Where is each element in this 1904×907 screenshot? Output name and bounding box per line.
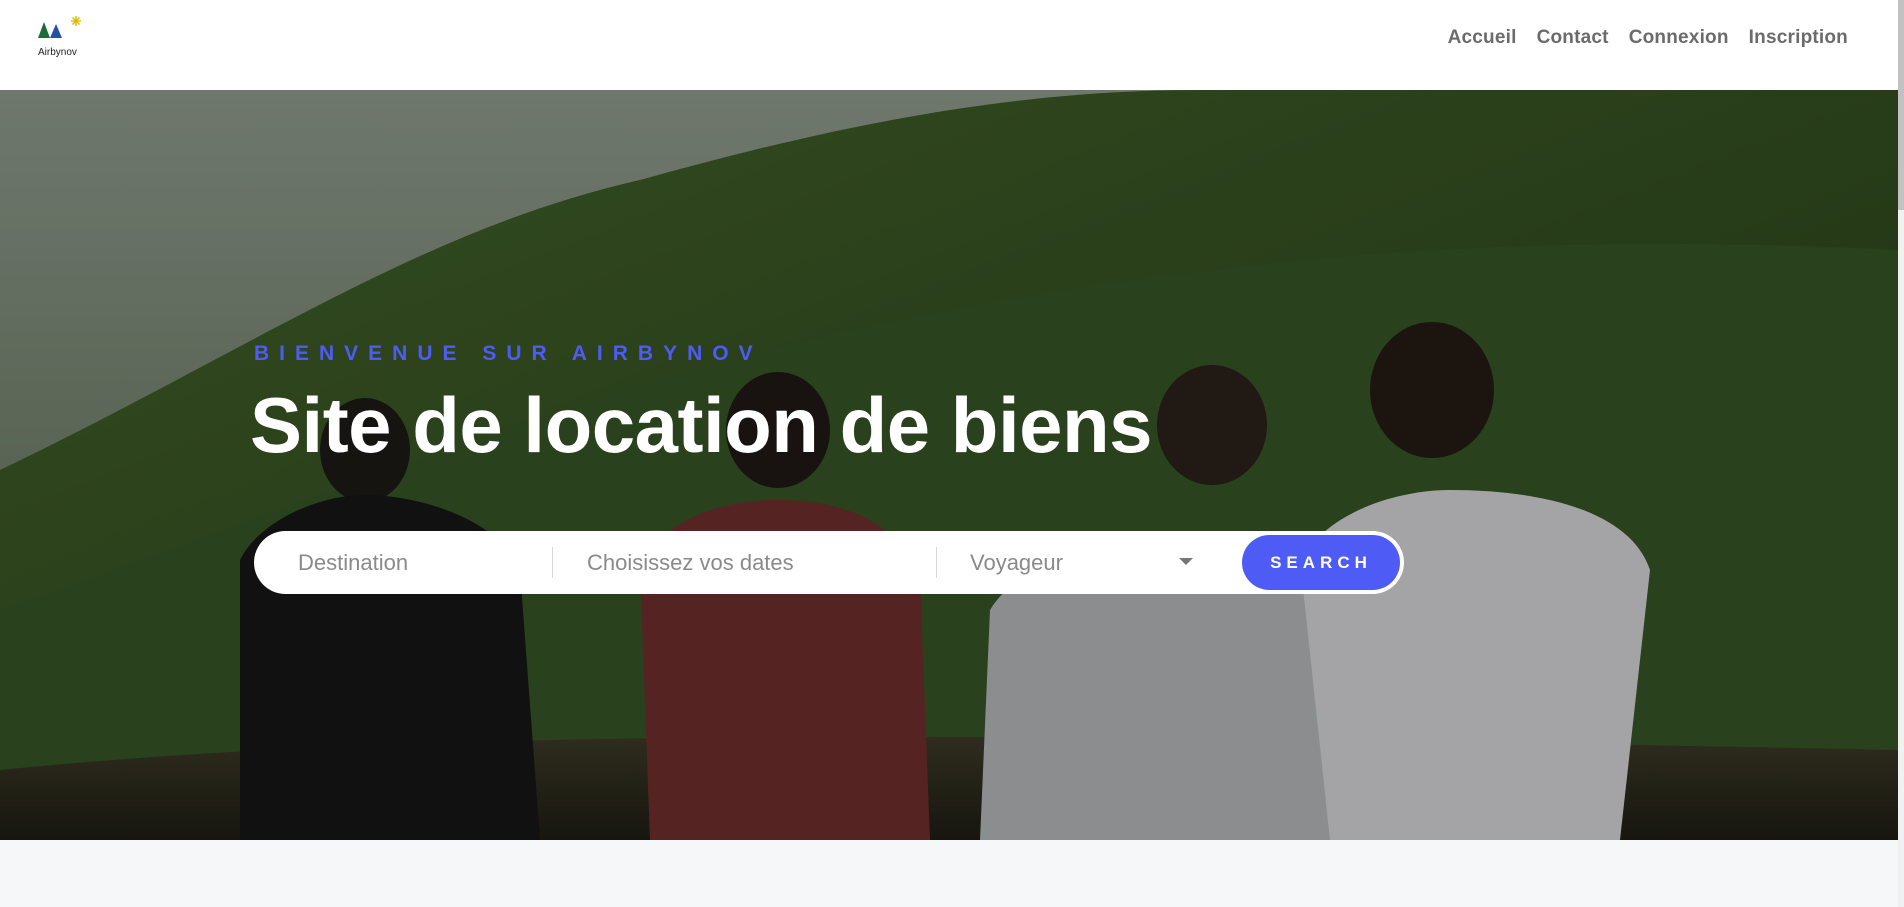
scrollbar-thumb[interactable] (1898, 0, 1904, 210)
travellers-select[interactable]: Voyageur (970, 531, 1200, 594)
search-button[interactable]: SEARCH (1242, 535, 1400, 590)
dates-input[interactable]: Choisissez vos dates (587, 531, 947, 594)
search-divider (936, 547, 937, 578)
search-bar: Destination Choisissez vos dates Voyageu… (254, 531, 1404, 594)
hero-section: BIENVENUE SUR AIRBYNOV Site de location … (0, 90, 1898, 840)
page-scrollbar[interactable] (1898, 0, 1904, 907)
site-header: Airbynov Accueil Contact Connexion Inscr… (0, 0, 1898, 90)
brand-logo[interactable]: Airbynov (36, 16, 88, 62)
nav-link-accueil[interactable]: Accueil (1448, 27, 1517, 49)
brand-name: Airbynov (38, 47, 77, 58)
main-nav: Accueil Contact Connexion Inscription (1448, 27, 1848, 49)
hero-title: Site de location de biens (250, 381, 1153, 469)
hero-eyebrow: BIENVENUE SUR AIRBYNOV (254, 342, 763, 365)
nav-link-connexion[interactable]: Connexion (1629, 27, 1729, 49)
trees-logo-icon (38, 16, 81, 38)
chevron-down-icon[interactable] (1179, 558, 1193, 565)
search-divider (552, 547, 553, 578)
destination-input[interactable]: Destination (298, 531, 548, 594)
nav-link-contact[interactable]: Contact (1537, 27, 1609, 49)
content-section (0, 840, 1898, 907)
nav-link-inscription[interactable]: Inscription (1749, 27, 1848, 49)
